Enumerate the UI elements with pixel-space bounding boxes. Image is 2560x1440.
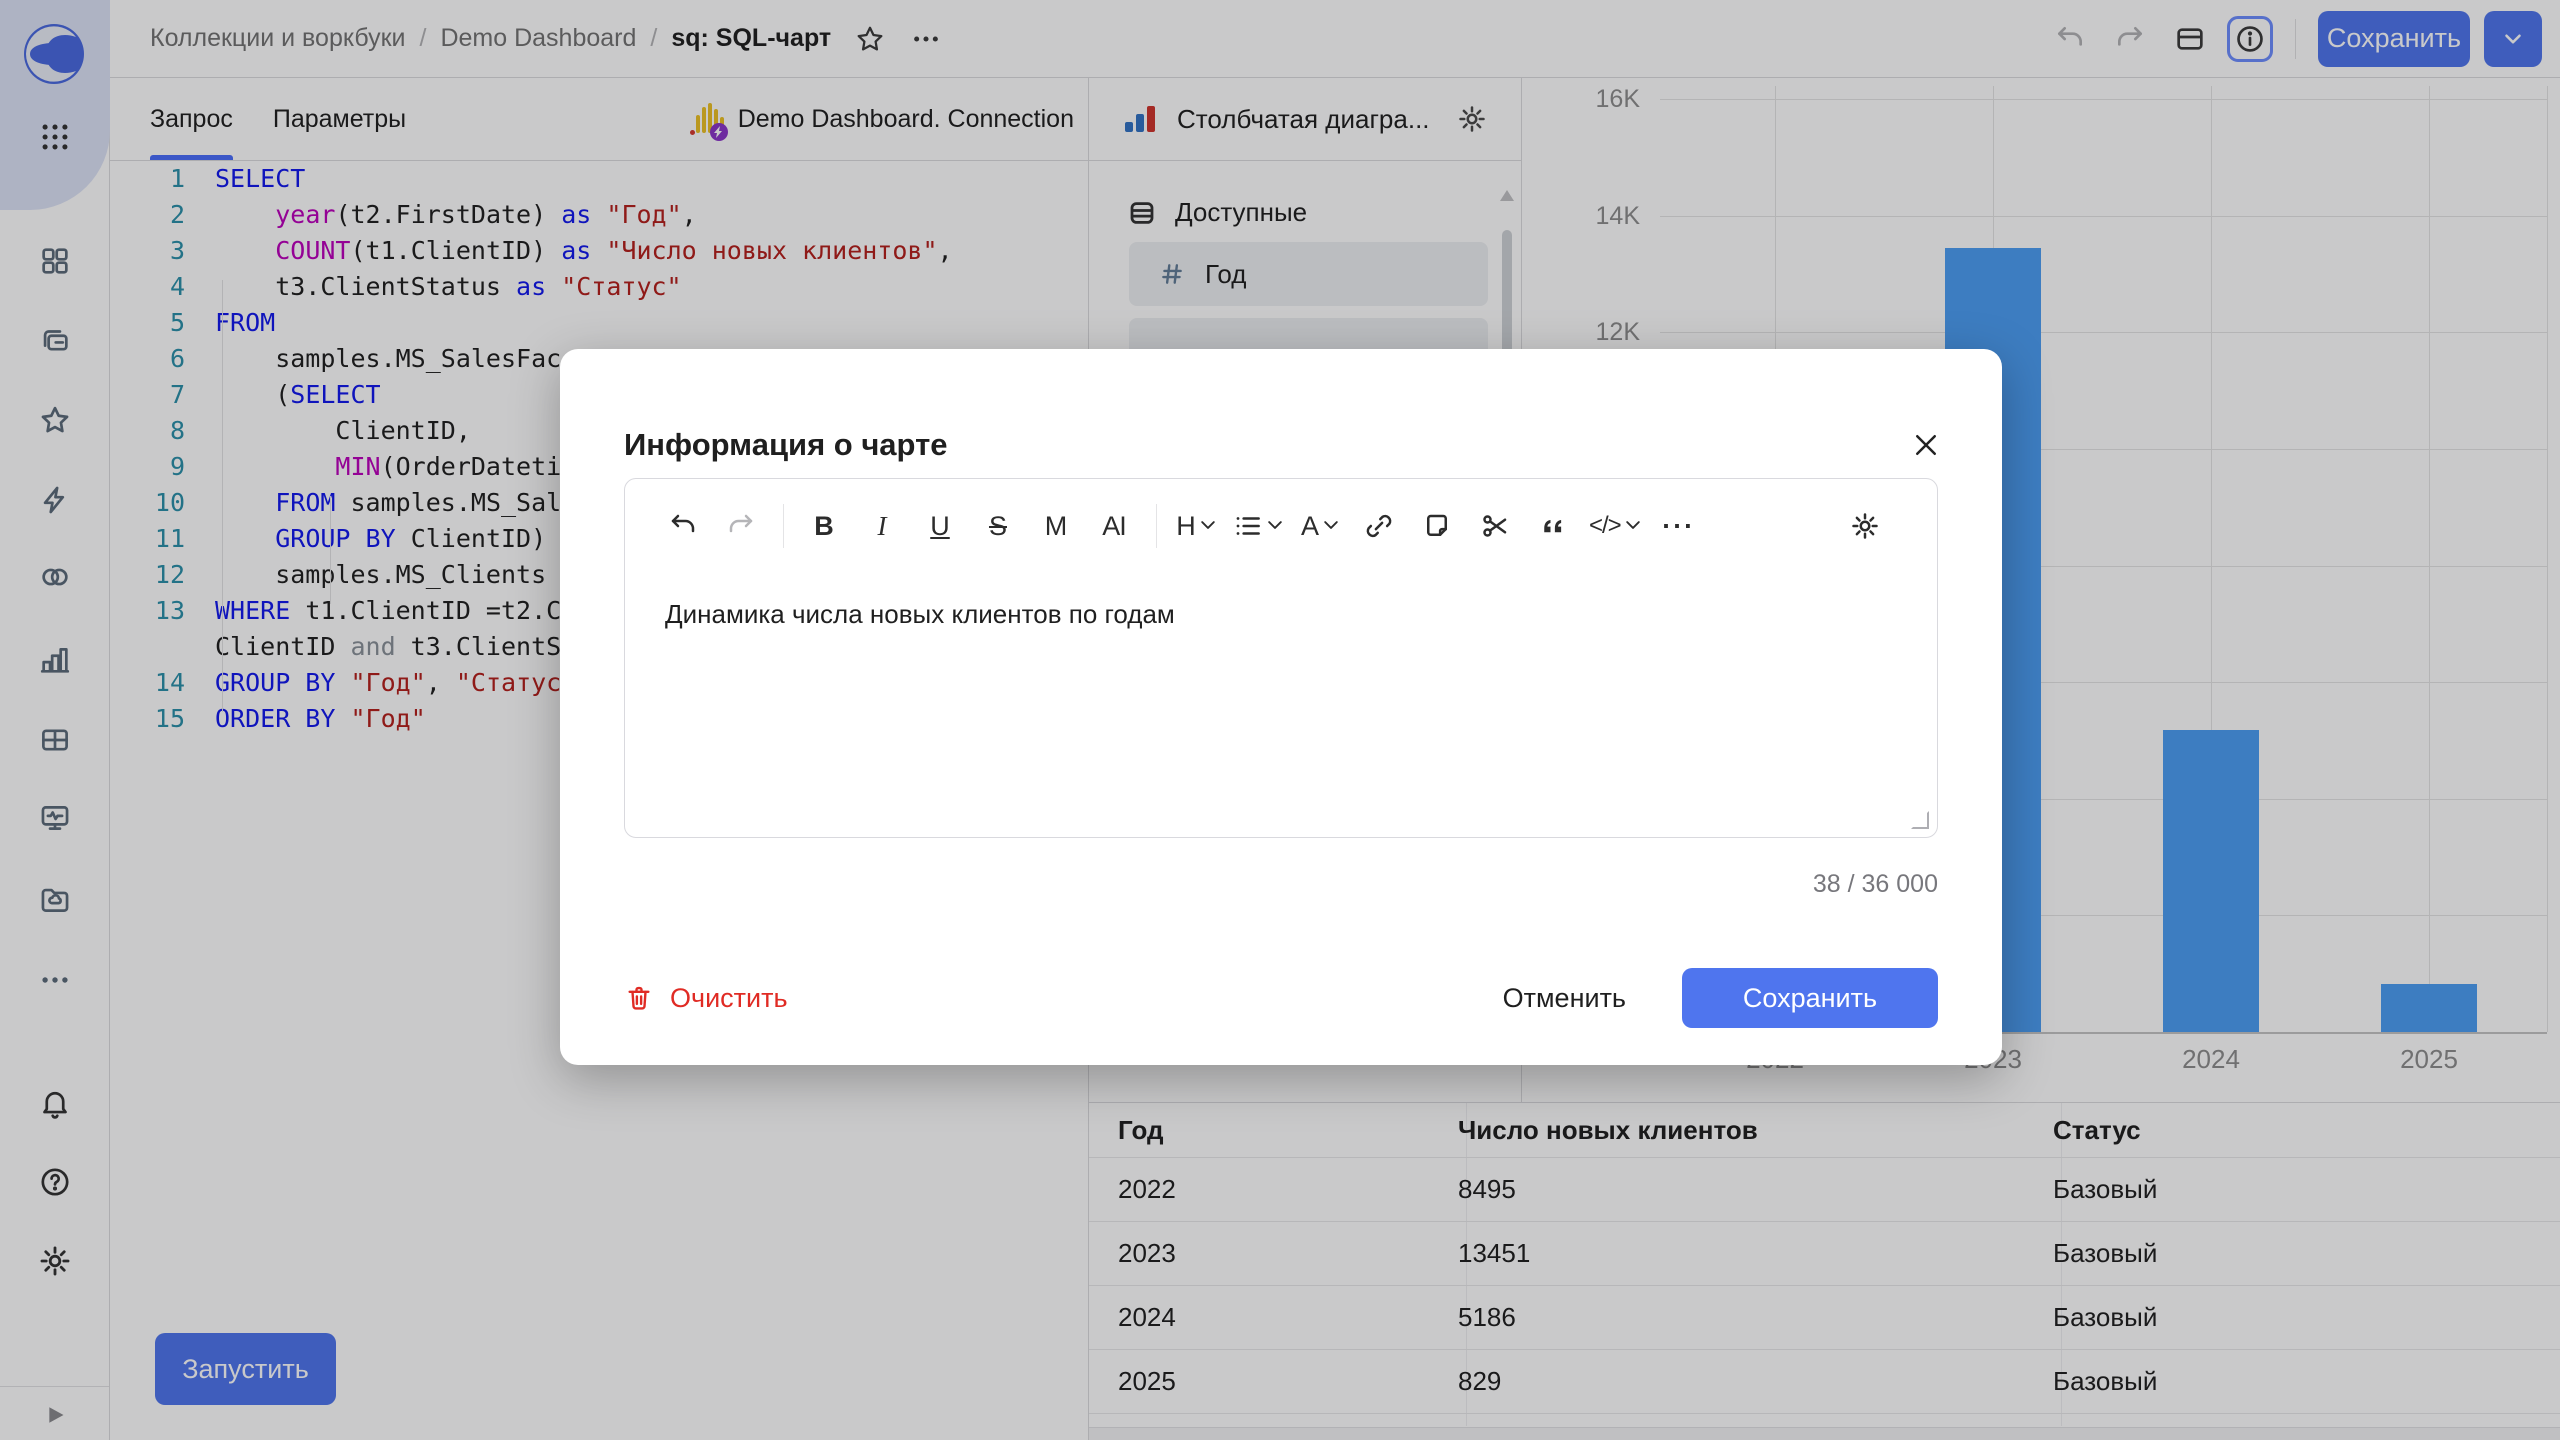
chevron-down-icon	[1621, 511, 1643, 542]
list-button[interactable]	[1233, 502, 1285, 550]
more-button[interactable]: ···	[1657, 502, 1701, 550]
dialog-title: Информация о чарте	[624, 427, 948, 463]
cancel-button[interactable]: Отменить	[1467, 968, 1662, 1028]
heading-button[interactable]: H	[1175, 502, 1219, 550]
text-style-button[interactable]: AI	[1092, 502, 1136, 550]
chevron-down-icon	[1196, 511, 1218, 542]
bold-button[interactable]: B	[802, 502, 846, 550]
dialog-save-button[interactable]: Сохранить	[1682, 968, 1938, 1028]
monospace-button[interactable]: M	[1034, 502, 1078, 550]
chevron-down-icon	[1319, 511, 1341, 542]
editor-toolbar: BIUSM AI H A </> ···	[661, 479, 1901, 573]
underline-button[interactable]: U	[918, 502, 962, 550]
undo-button[interactable]	[661, 502, 705, 550]
chart-info-dialog: Информация о чарте BIUSM AI H A </> ··· Динам…	[560, 349, 2002, 1065]
strikethrough-button[interactable]: S	[976, 502, 1020, 550]
rich-text-editor: BIUSM AI H A </> ··· Динамика числа новых кли…	[624, 478, 1938, 838]
toolbar-divider	[783, 504, 784, 548]
cut-button[interactable]	[1473, 502, 1517, 550]
redo-button[interactable]	[719, 502, 763, 550]
editor-settings-button[interactable]	[1843, 502, 1887, 550]
dialog-footer: Очистить Отменить Сохранить	[624, 968, 1938, 1028]
description-text-input[interactable]: Динамика числа новых клиентов по годам	[665, 599, 1897, 630]
note-button[interactable]	[1415, 502, 1459, 550]
text-color-button[interactable]: A	[1299, 502, 1343, 550]
toolbar-divider	[1156, 504, 1157, 548]
clear-button-label: Очистить	[670, 983, 788, 1014]
resize-handle[interactable]	[1911, 811, 1929, 829]
trash-icon	[624, 983, 654, 1013]
code-button[interactable]: </>	[1589, 502, 1643, 550]
quote-button[interactable]	[1531, 502, 1575, 550]
close-icon[interactable]	[1898, 417, 1954, 473]
char-counter: 38 / 36 000	[1813, 870, 1938, 899]
italic-button[interactable]: I	[860, 502, 904, 550]
chevron-down-icon	[1263, 511, 1285, 542]
clear-button[interactable]: Очистить	[624, 983, 788, 1014]
link-button[interactable]	[1357, 502, 1401, 550]
datalens-app: Коллекции и воркбуки/Demo Dashboard/sq: …	[0, 0, 2560, 1440]
